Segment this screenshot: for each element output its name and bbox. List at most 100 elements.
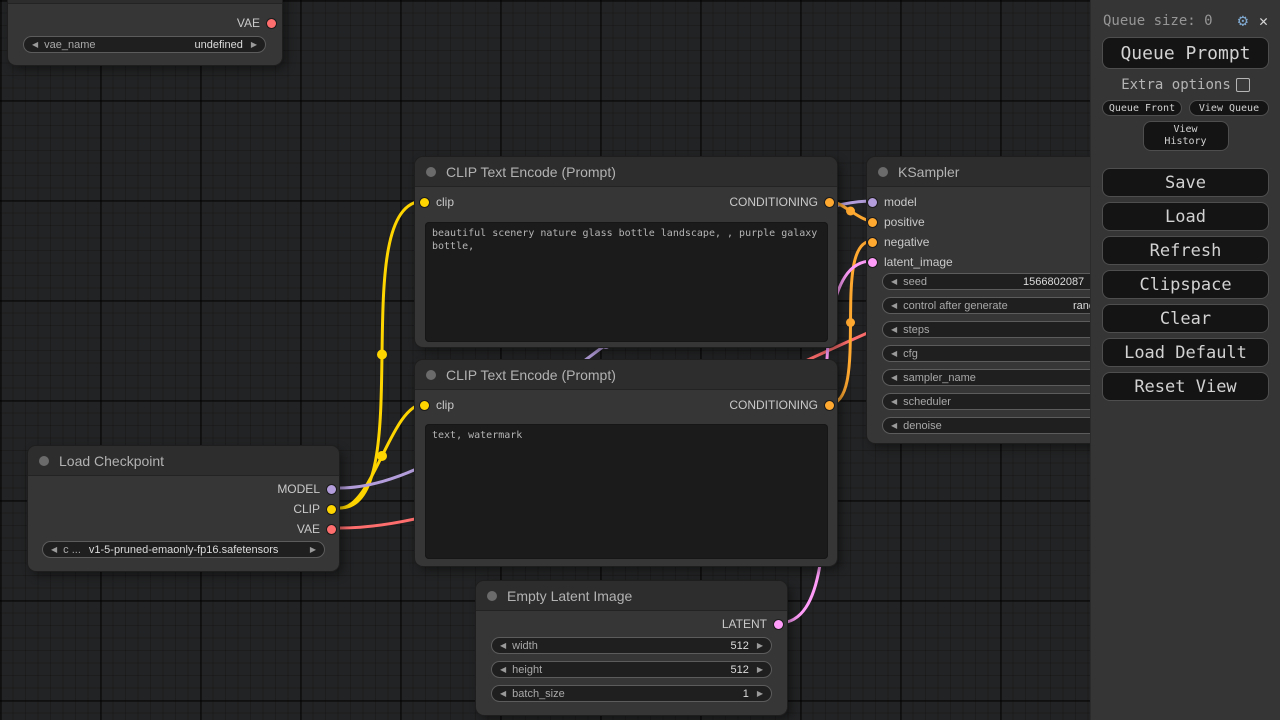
close-icon[interactable]: ✕ — [1259, 12, 1268, 30]
node-title-bar[interactable]: Empty Latent Image — [476, 581, 787, 611]
view-queue-button[interactable]: View Queue — [1189, 100, 1269, 116]
queue-prompt-button[interactable]: Queue Prompt — [1102, 37, 1269, 69]
model-output-port[interactable]: MODEL — [277, 482, 336, 496]
extra-options-checkbox[interactable] — [1235, 78, 1250, 92]
negative-input-dot[interactable] — [868, 237, 877, 247]
node-load-checkpoint[interactable]: Load Checkpoint MODEL CLIP VAE ◀ c ... v… — [28, 446, 339, 571]
widget-label: batch_size — [512, 687, 565, 700]
model-input-dot[interactable] — [868, 197, 877, 207]
vae-output-port[interactable]: VAE — [237, 16, 276, 30]
height-widget[interactable]: ◀ height 512 ▶ — [491, 661, 772, 678]
ckpt-name-widget[interactable]: ◀ c ... v1-5-pruned-emaonly-fp16.safeten… — [42, 541, 325, 558]
widget-label: control after generate — [903, 299, 1008, 312]
stepper-right-icon[interactable]: ▶ — [251, 40, 257, 49]
latent-output-dot[interactable] — [774, 619, 783, 629]
wire-midpoint-dot — [846, 206, 855, 216]
stepper-left-icon[interactable]: ◀ — [51, 545, 57, 554]
stepper-right-icon[interactable]: ▶ — [757, 689, 763, 698]
reset-view-button[interactable]: Reset View — [1102, 372, 1269, 401]
stepper-left-icon[interactable]: ◀ — [891, 397, 897, 406]
stepper-left-icon[interactable]: ◀ — [500, 689, 506, 698]
latent-input-dot[interactable] — [868, 257, 877, 267]
widget-label: steps — [903, 323, 930, 336]
stepper-left-icon[interactable]: ◀ — [32, 40, 38, 49]
conditioning-output-port[interactable]: CONDITIONING — [729, 195, 834, 209]
widget-label: denoise — [903, 419, 942, 432]
refresh-button[interactable]: Refresh — [1102, 236, 1269, 265]
stepper-left-icon[interactable]: ◀ — [891, 277, 897, 286]
model-output-dot[interactable] — [327, 484, 336, 494]
widget-label: sampler_name — [903, 371, 976, 384]
port-label: negative — [884, 235, 930, 249]
node-clip-text-encode-negative[interactable]: CLIP Text Encode (Prompt) clip CONDITION… — [415, 360, 837, 566]
port-label: model — [884, 195, 917, 209]
load-default-button[interactable]: Load Default — [1102, 338, 1269, 367]
port-label: latent_image — [884, 255, 953, 269]
vae-output-dot[interactable] — [327, 524, 336, 534]
port-label: CONDITIONING — [729, 398, 818, 412]
collapse-dot[interactable] — [426, 369, 436, 380]
stepper-right-icon[interactable]: ▶ — [757, 641, 763, 650]
clip-input-dot[interactable] — [420, 400, 429, 410]
clear-button[interactable]: Clear — [1102, 304, 1269, 333]
clipspace-button[interactable]: Clipspace — [1102, 270, 1269, 299]
conditioning-output-dot[interactable] — [825, 197, 834, 207]
clip-input-dot[interactable] — [420, 197, 429, 207]
stepper-left-icon[interactable]: ◀ — [500, 665, 506, 674]
stepper-left-icon[interactable]: ◀ — [891, 349, 897, 358]
port-label: CLIP — [293, 502, 320, 516]
positive-input-dot[interactable] — [868, 217, 877, 227]
batch-size-widget[interactable]: ◀ batch_size 1 ▶ — [491, 685, 772, 702]
stepper-left-icon[interactable]: ◀ — [891, 373, 897, 382]
vae-output-dot[interactable] — [267, 18, 276, 28]
widget-value: 1 — [742, 687, 749, 700]
port-label: VAE — [296, 522, 320, 536]
collapse-dot[interactable] — [426, 166, 436, 177]
load-button[interactable]: Load — [1102, 202, 1269, 231]
node-title-bar[interactable]: CLIP Text Encode (Prompt) — [415, 360, 837, 390]
view-history-line: History — [1164, 136, 1207, 147]
positive-input-port[interactable]: positive — [868, 215, 925, 229]
vae-output-port[interactable]: VAE — [297, 522, 336, 536]
widget-label: scheduler — [903, 395, 951, 408]
queue-front-button[interactable]: Queue Front — [1102, 100, 1182, 116]
latent-output-port[interactable]: LATENT — [722, 617, 783, 631]
negative-input-port[interactable]: negative — [868, 235, 929, 249]
positive-prompt-textarea[interactable]: beautiful scenery nature glass bottle la… — [425, 222, 828, 342]
queue-size-label: Queue size: 0 — [1103, 13, 1213, 29]
settings-gear-icon[interactable]: ⚙ — [1238, 12, 1248, 30]
save-button[interactable]: Save — [1102, 168, 1269, 197]
node-title-bar[interactable]: Load Checkpoint — [28, 446, 339, 476]
clip-input-port[interactable]: clip — [420, 398, 454, 412]
node-load-vae[interactable]: VAE ◀ vae_name undefined ▶ — [8, 0, 282, 65]
clip-output-dot[interactable] — [327, 504, 336, 514]
stepper-right-icon[interactable]: ▶ — [310, 545, 316, 554]
clip-input-port[interactable]: clip — [420, 195, 454, 209]
wire-midpoint-dot — [846, 318, 855, 327]
port-label: LATENT — [721, 617, 767, 631]
conditioning-output-dot[interactable] — [825, 400, 834, 410]
node-title-bar[interactable]: CLIP Text Encode (Prompt) — [415, 157, 837, 187]
node-empty-latent-image[interactable]: Empty Latent Image LATENT ◀ width 512 ▶ … — [476, 581, 787, 715]
negative-prompt-textarea[interactable]: text, watermark — [425, 424, 828, 559]
wire-midpoint-dot — [377, 451, 387, 461]
collapse-dot[interactable] — [878, 166, 888, 177]
stepper-left-icon[interactable]: ◀ — [500, 641, 506, 650]
latent-image-input-port[interactable]: latent_image — [868, 255, 953, 269]
stepper-right-icon[interactable]: ▶ — [757, 665, 763, 674]
node-title-bar[interactable] — [8, 0, 282, 4]
width-widget[interactable]: ◀ width 512 ▶ — [491, 637, 772, 654]
stepper-left-icon[interactable]: ◀ — [891, 421, 897, 430]
model-input-port[interactable]: model — [868, 195, 917, 209]
view-history-button[interactable]: View History — [1142, 121, 1229, 151]
stepper-left-icon[interactable]: ◀ — [891, 301, 897, 310]
collapse-dot[interactable] — [39, 455, 49, 466]
node-clip-text-encode-positive[interactable]: CLIP Text Encode (Prompt) clip CONDITION… — [415, 157, 837, 347]
comfy-menu: Queue size: 0 ⚙ ✕ Queue Prompt Extra opt… — [1090, 0, 1280, 720]
widget-label: height — [512, 663, 543, 676]
collapse-dot[interactable] — [487, 590, 497, 601]
vae-name-widget[interactable]: ◀ vae_name undefined ▶ — [23, 36, 266, 53]
conditioning-output-port[interactable]: CONDITIONING — [729, 398, 834, 412]
stepper-left-icon[interactable]: ◀ — [891, 325, 897, 334]
clip-output-port[interactable]: CLIP — [293, 502, 336, 516]
